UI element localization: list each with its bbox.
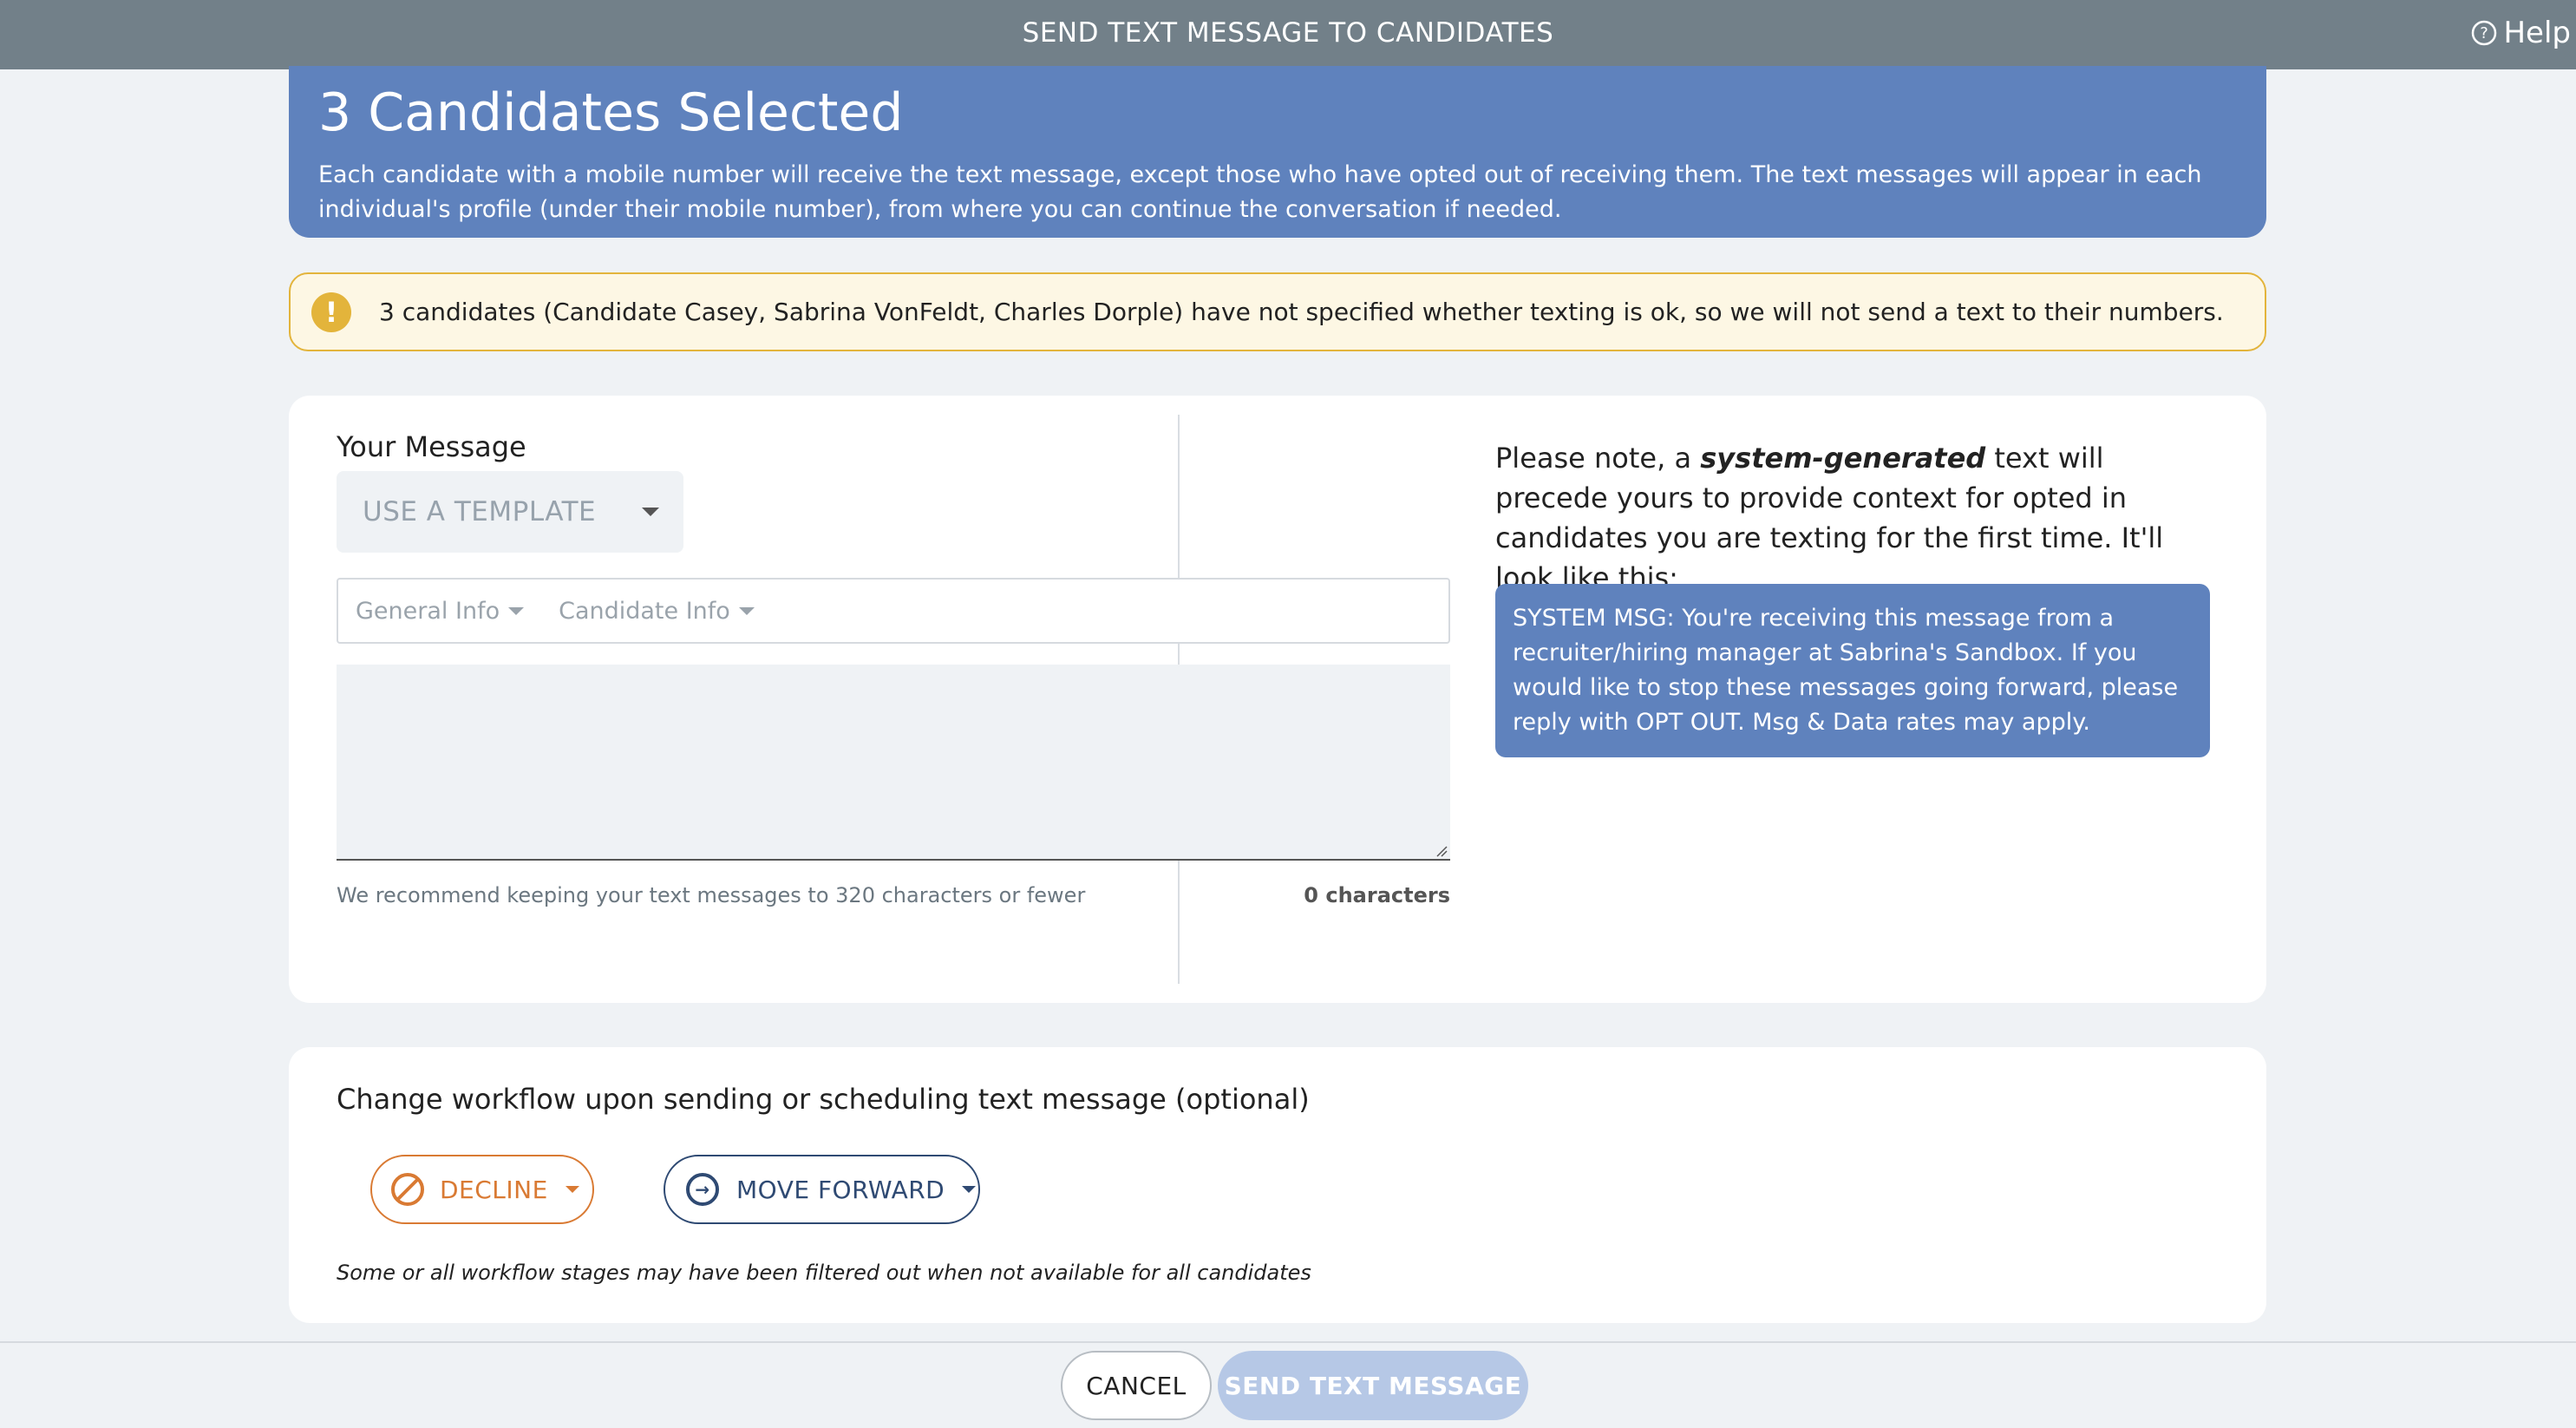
chevron-down-icon	[962, 1186, 977, 1193]
alert-text: 3 candidates (Candidate Casey, Sabrina V…	[379, 298, 2224, 326]
message-textarea[interactable]	[337, 665, 1450, 861]
character-recommendation: We recommend keeping your text messages …	[337, 883, 1086, 907]
decline-label: DECLINE	[440, 1175, 548, 1204]
general-info-label: General Info	[356, 597, 500, 625]
warning-alert: ! 3 candidates (Candidate Casey, Sabrina…	[289, 272, 2266, 351]
help-link[interactable]: ? Help	[2470, 16, 2571, 50]
template-label: USE A TEMPLATE	[363, 496, 597, 527]
candidate-info-dropdown[interactable]: Candidate Info	[559, 598, 755, 625]
your-message-label: Your Message	[337, 430, 526, 463]
dialog-header: SEND TEXT MESSAGE TO CANDIDATES ? Help	[0, 0, 2576, 69]
chevron-down-icon	[565, 1186, 579, 1193]
use-template-dropdown[interactable]: USE A TEMPLATE	[337, 471, 683, 553]
character-count: 0 characters	[1304, 883, 1450, 907]
chevron-down-icon	[642, 508, 659, 516]
move-forward-button[interactable]: → MOVE FORWARD	[664, 1155, 980, 1224]
dialog-title: SEND TEXT MESSAGE TO CANDIDATES	[1022, 17, 1554, 49]
workflow-title: Change workflow upon sending or scheduli…	[337, 1083, 1310, 1116]
move-forward-label: MOVE FORWARD	[736, 1175, 945, 1204]
ban-icon	[391, 1173, 424, 1206]
send-text-message-button[interactable]: SEND TEXT MESSAGE	[1218, 1351, 1528, 1420]
svg-text:?: ?	[2481, 24, 2489, 43]
decline-button[interactable]: DECLINE	[370, 1155, 594, 1224]
note-prefix: Please note, a	[1495, 442, 1701, 475]
workflow-note: Some or all workflow stages may have bee…	[337, 1261, 1311, 1285]
selected-count-heading: 3 Candidates Selected	[318, 82, 904, 143]
system-message-note: Please note, a system-generated text wil…	[1495, 438, 2224, 598]
cancel-button[interactable]: CANCEL	[1061, 1351, 1212, 1420]
general-info-dropdown[interactable]: General Info	[356, 597, 525, 625]
chevron-down-icon	[738, 606, 755, 615]
note-emphasis: system-generated	[1700, 442, 1986, 475]
resize-handle-icon[interactable]	[1435, 845, 1448, 857]
selection-banner: 3 Candidates Selected Each candidate wit…	[289, 66, 2266, 238]
banner-description: Each candidate with a mobile number will…	[318, 161, 2202, 223]
chevron-down-icon	[508, 606, 525, 615]
arrow-right-circle-icon: →	[686, 1173, 719, 1206]
help-label: Help	[2503, 16, 2571, 50]
merge-fields-toolbar: General Info Candidate Info	[337, 578, 1450, 644]
help-circle-icon: ?	[2472, 20, 2497, 46]
candidate-info-label: Candidate Info	[559, 597, 730, 625]
system-message-preview: SYSTEM MSG: You're receiving this messag…	[1495, 584, 2210, 757]
exclamation-icon: !	[311, 291, 351, 332]
